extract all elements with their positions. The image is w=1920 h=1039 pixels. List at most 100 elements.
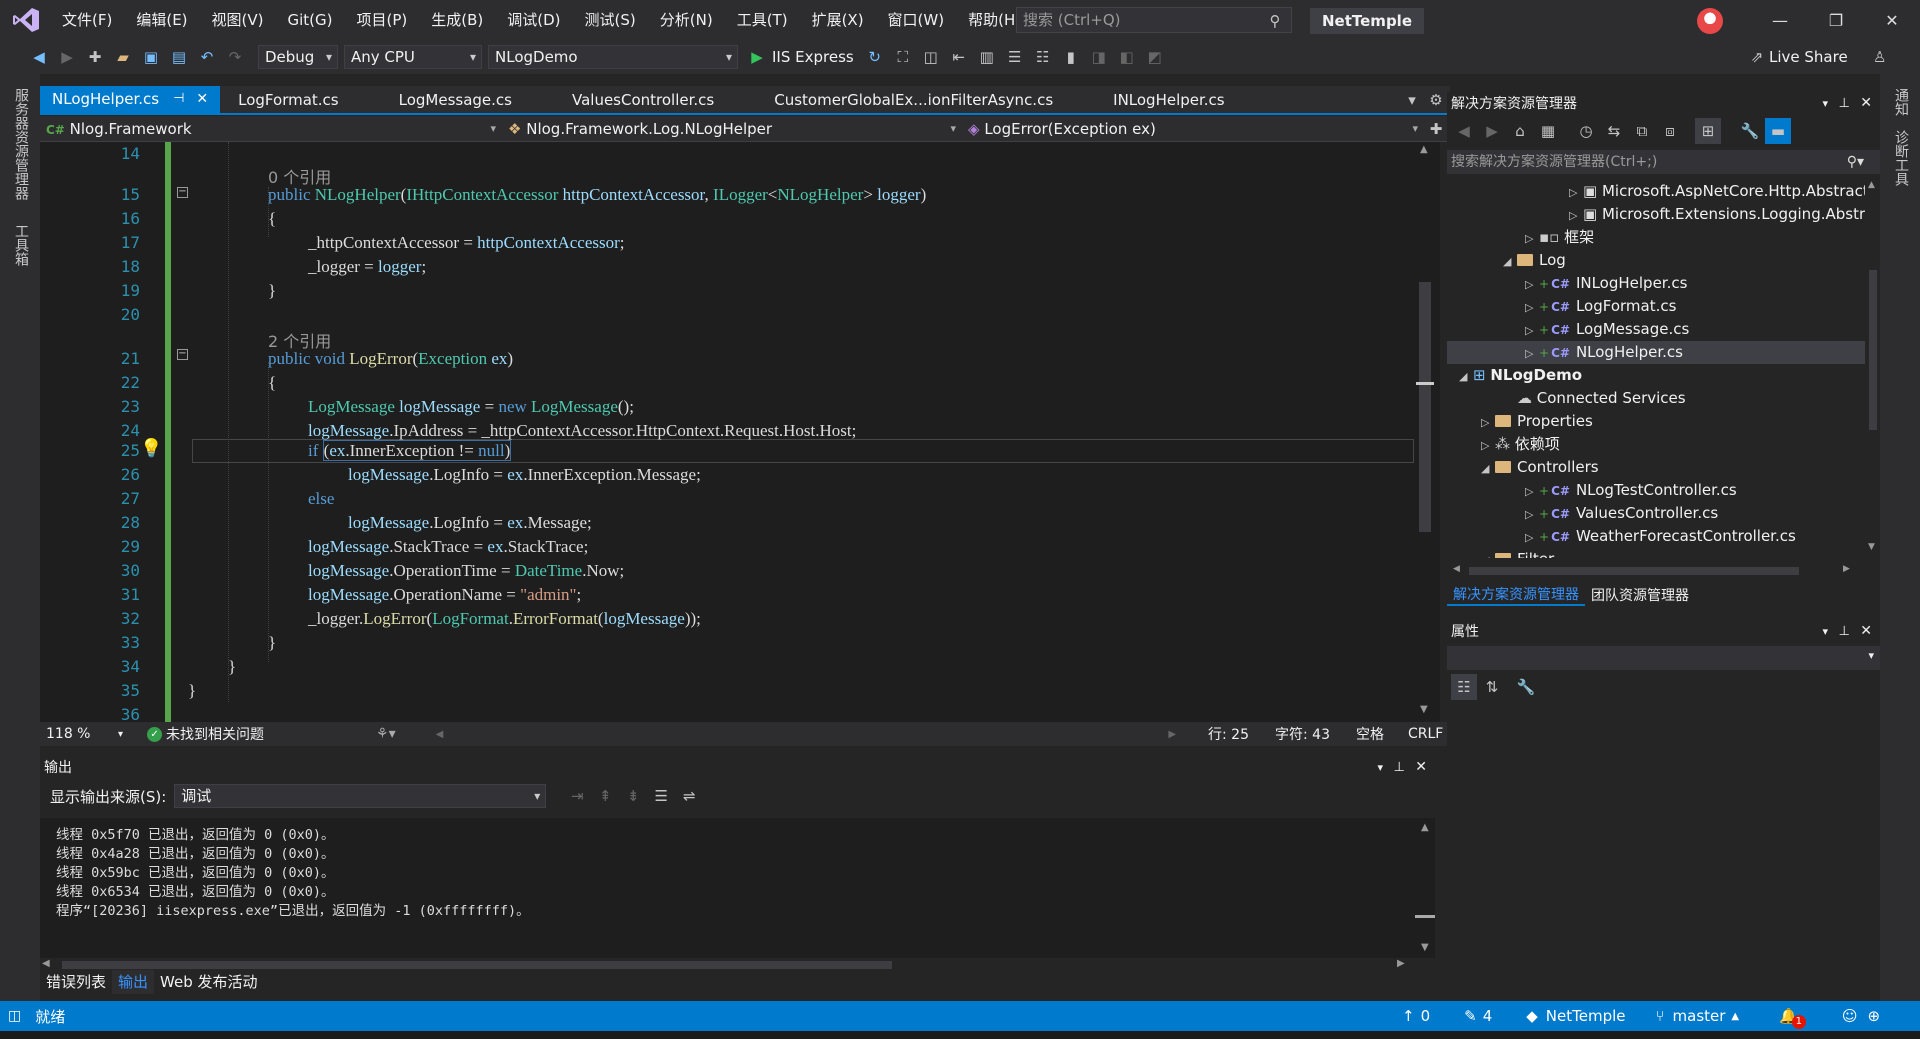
property-pages-icon[interactable]: 🔧 <box>1513 674 1539 700</box>
layout-icon[interactable]: ▥ <box>974 44 1000 70</box>
diagnostics-tab[interactable]: 诊断工具 <box>1891 130 1911 186</box>
home-icon[interactable]: ⌂ <box>1507 118 1533 144</box>
show-all-files-icon[interactable]: ⧈ <box>1657 118 1683 144</box>
code-cleanup-icon[interactable]: ⚘▾ <box>376 726 396 742</box>
preview-icon[interactable]: ⊞ <box>1695 118 1721 144</box>
se-menu-icon[interactable]: ▾ <box>1822 97 1828 110</box>
se-close-icon[interactable]: ✕ <box>1860 95 1872 111</box>
props-dropdown-icon[interactable]: ▾ <box>1868 649 1874 662</box>
forward-icon[interactable]: ▶ <box>54 44 80 70</box>
outdent-icon[interactable]: ☷ <box>1030 44 1056 70</box>
screenshot-icon[interactable]: ◫ <box>918 44 944 70</box>
se-pin-icon[interactable]: ⊥ <box>1839 96 1850 111</box>
tree-item[interactable]: ◢ Log <box>1447 249 1865 272</box>
visual-studio-logo-icon[interactable] <box>12 7 40 33</box>
tab-inloghelper[interactable]: INLogHelper.cs <box>1101 86 1236 114</box>
startup-project-select[interactable]: NLogDemo <box>488 45 738 69</box>
close-icon[interactable]: ✕ <box>1864 0 1920 40</box>
tab-list-icon[interactable]: ▾ <box>1400 88 1424 112</box>
find-message-icon[interactable]: ⇥ <box>564 783 590 809</box>
solution-explorer-search[interactable]: 搜索解决方案资源管理器(Ctrl+;) ⚲▾ <box>1447 150 1880 174</box>
line-indicator[interactable]: 行: 25 <box>1208 724 1249 744</box>
branch-icon[interactable]: ⑂ <box>1656 1007 1665 1025</box>
collapsed-arrow-icon[interactable]: ▷ <box>1525 342 1539 365</box>
clear-all-icon[interactable]: ☰ <box>648 783 674 809</box>
output-close-icon[interactable]: ✕ <box>1415 759 1427 775</box>
collapsed-arrow-icon[interactable]: ▷ <box>1525 526 1539 549</box>
repo-icon[interactable]: ◆ <box>1526 1007 1538 1025</box>
props-close-icon[interactable]: ✕ <box>1860 623 1872 639</box>
zoom-select[interactable]: 118 % <box>46 726 118 742</box>
whitespace-indicator[interactable]: 空格 <box>1356 724 1384 744</box>
menu-item[interactable]: 视图(V) <box>200 0 276 40</box>
save-all-icon[interactable]: ▤ <box>166 44 192 70</box>
browser-link-icon[interactable]: ⛶ <box>890 44 916 70</box>
minimize-icon[interactable]: — <box>1752 0 1808 40</box>
alphabetical-icon[interactable]: ⇅ <box>1479 674 1505 700</box>
properties-icon[interactable]: 🔧 <box>1737 118 1763 144</box>
tree-item[interactable]: ▷ + C# NLogHelper.cs <box>1447 341 1865 364</box>
expanded-arrow-icon[interactable]: ◢ <box>1481 549 1495 558</box>
collapsed-arrow-icon[interactable]: ▷ <box>1525 480 1539 503</box>
redo-icon[interactable]: ↷ <box>222 44 248 70</box>
output-vertical-scrollbar[interactable]: ▲ ▼ <box>1415 818 1435 958</box>
tree-item[interactable]: ▷ + C# WeatherForecastController.cs <box>1447 525 1865 548</box>
toolbox-tab[interactable]: 工具箱 <box>11 224 31 266</box>
props-menu-icon[interactable]: ▾ <box>1822 625 1828 638</box>
menu-item[interactable]: 项目(P) <box>345 0 420 40</box>
tab-solution-explorer[interactable]: 解决方案资源管理器 <box>1447 584 1585 606</box>
tree-item[interactable]: ◢ Filter <box>1447 548 1865 558</box>
search-input[interactable]: 搜索 (Ctrl+Q) ⚲ <box>1016 7 1292 33</box>
tab-error-list[interactable]: 错误列表 <box>40 970 112 994</box>
prev-bookmark-icon[interactable]: ◨ <box>1086 44 1112 70</box>
expanded-arrow-icon[interactable]: ◢ <box>1459 365 1473 388</box>
search-icon[interactable]: ⚲ <box>1263 9 1287 33</box>
split-editor-icon[interactable]: ✚ <box>1424 117 1448 141</box>
collapsed-arrow-icon[interactable]: ▷ <box>1525 273 1539 296</box>
collapse-ctor-icon[interactable]: − <box>177 187 188 198</box>
branch-name[interactable]: master <box>1673 1007 1726 1025</box>
collapsed-arrow-icon[interactable]: ▷ <box>1525 227 1539 250</box>
tree-item[interactable]: ▷ ▣ Microsoft.Extensions.Logging.Abstract <box>1447 203 1865 226</box>
collapsed-arrow-icon[interactable]: ▷ <box>1481 434 1495 457</box>
notifications-tab[interactable]: 通知 <box>1891 88 1911 116</box>
se-search-icon[interactable]: ⚲▾ <box>1847 150 1864 174</box>
settings-gear-icon[interactable]: ⚙ <box>1424 88 1448 112</box>
menu-item[interactable]: 编辑(E) <box>124 0 199 40</box>
collapsed-arrow-icon[interactable]: ▷ <box>1569 204 1583 227</box>
menu-item[interactable]: 分析(N) <box>648 0 725 40</box>
preview-selected-icon[interactable]: ▬ <box>1765 118 1791 144</box>
collapsed-arrow-icon[interactable]: ▷ <box>1525 296 1539 319</box>
sync-icon[interactable]: ⇆ <box>1601 118 1627 144</box>
back-icon[interactable]: ◀ <box>26 44 52 70</box>
menu-item[interactable]: 调试(D) <box>495 0 572 40</box>
run-target-button[interactable]: IIS Express <box>772 48 854 66</box>
branch-up-icon[interactable]: ▲ <box>1731 1011 1739 1022</box>
collapse-all-icon[interactable]: ⧉ <box>1629 118 1655 144</box>
menu-item[interactable]: 测试(S) <box>573 0 648 40</box>
switch-views-icon[interactable]: ▦ <box>1535 118 1561 144</box>
collapsed-arrow-icon[interactable]: ▷ <box>1481 411 1495 434</box>
next-bookmark-icon[interactable]: ◧ <box>1114 44 1140 70</box>
feedback-smile-icon[interactable]: ☺ <box>1842 1007 1858 1025</box>
output-menu-icon[interactable]: ▾ <box>1377 761 1383 774</box>
member-nav-select[interactable]: ◈ LogError(Exception ex) <box>962 117 1424 141</box>
expanded-arrow-icon[interactable]: ◢ <box>1481 457 1495 480</box>
tab-nloghelper[interactable]: NLogHelper.cs ⊣ ✕ <box>40 86 221 114</box>
tree-vertical-scrollbar[interactable]: ▲ ▼ <box>1865 180 1880 558</box>
feedback-icon[interactable]: ♙ <box>1868 45 1892 69</box>
collapsed-arrow-icon[interactable]: ▷ <box>1525 503 1539 526</box>
prev-message-icon[interactable]: ⇞ <box>592 783 618 809</box>
changes-count[interactable]: 4 <box>1483 1007 1493 1025</box>
download-icon[interactable]: ⊕ <box>1867 1007 1880 1025</box>
new-project-icon[interactable]: ✚ <box>82 44 108 70</box>
open-icon[interactable]: ▰ <box>110 44 136 70</box>
menu-item[interactable]: 窗口(W) <box>876 0 957 40</box>
collapsed-arrow-icon[interactable]: ▷ <box>1525 319 1539 342</box>
bookmark-icon[interactable]: ▮ <box>1058 44 1084 70</box>
tab-customerglobalfilter[interactable]: CustomerGlobalEx...ionFilterAsync.cs <box>762 86 1065 114</box>
editor-hscroll-left-icon[interactable]: ◀ <box>436 729 444 740</box>
configuration-select[interactable]: Debug <box>258 45 338 69</box>
tree-item[interactable]: ▷ + C# INLogHelper.cs <box>1447 272 1865 295</box>
pending-changes-icon[interactable]: ◷ <box>1573 118 1599 144</box>
